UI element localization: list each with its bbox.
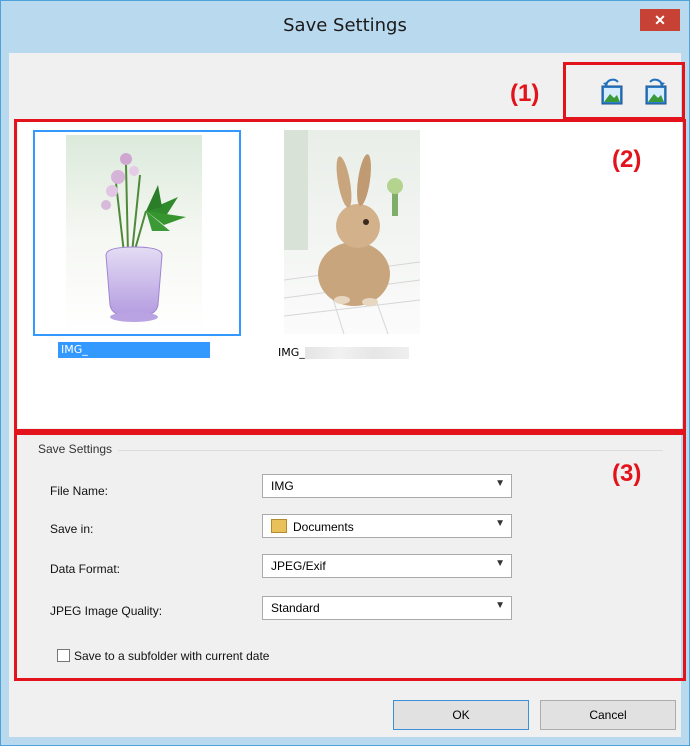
save-in-value-wrap: Documents	[271, 519, 354, 534]
chevron-down-icon[interactable]: ▼	[495, 600, 505, 611]
subfolder-checkbox[interactable]	[57, 649, 70, 662]
title-bar[interactable]: Save Settings ✕	[1, 1, 689, 53]
chevron-down-icon[interactable]: ▼	[495, 558, 505, 569]
jpeg-quality-select[interactable]: Standard ▼	[262, 596, 512, 620]
ok-button[interactable]: OK	[393, 700, 529, 730]
jpeg-quality-value: Standard	[271, 601, 320, 615]
group-divider	[118, 450, 663, 451]
chevron-down-icon[interactable]: ▼	[495, 518, 505, 529]
thumbnail-image-rabbit[interactable]	[284, 130, 420, 334]
file-name-label: File Name:	[50, 484, 109, 498]
subfolder-checkbox-label[interactable]: Save to a subfolder with current date	[74, 649, 269, 663]
dialog-title: Save Settings	[283, 15, 407, 36]
rotate-left-icon[interactable]	[598, 78, 628, 108]
save-in-label: Save in:	[50, 522, 94, 536]
thumbnail-caption-selected[interactable]: IMG_	[58, 342, 210, 358]
cancel-button[interactable]: Cancel	[540, 700, 676, 730]
file-name-combobox[interactable]: IMG ▼	[262, 474, 512, 498]
save-in-select[interactable]: Documents ▼	[262, 514, 512, 538]
blurred-filename	[304, 347, 409, 359]
save-in-value: Documents	[293, 520, 354, 534]
folder-icon	[271, 519, 287, 533]
jpeg-quality-label: JPEG Image Quality:	[50, 604, 163, 618]
settings-group-label: Save Settings	[38, 442, 113, 456]
close-button[interactable]: ✕	[640, 9, 680, 31]
data-format-select[interactable]: JPEG/Exif ▼	[262, 554, 512, 578]
data-format-label: Data Format:	[50, 562, 121, 576]
callout-label-3: (3)	[612, 460, 642, 487]
thumbnail-image-flowers[interactable]	[66, 135, 202, 331]
chevron-down-icon[interactable]: ▼	[495, 478, 505, 489]
data-format-value: JPEG/Exif	[271, 559, 326, 573]
rotate-right-icon[interactable]	[640, 78, 670, 108]
thumbnail-caption[interactable]: IMG_	[278, 346, 409, 359]
thumbnail-caption-text: IMG_	[61, 343, 88, 356]
callout-label-2: (2)	[612, 146, 642, 173]
file-name-value: IMG	[271, 479, 294, 493]
thumbnail-caption-text-2: IMG_	[278, 346, 305, 359]
callout-label-1: (1)	[510, 80, 540, 107]
